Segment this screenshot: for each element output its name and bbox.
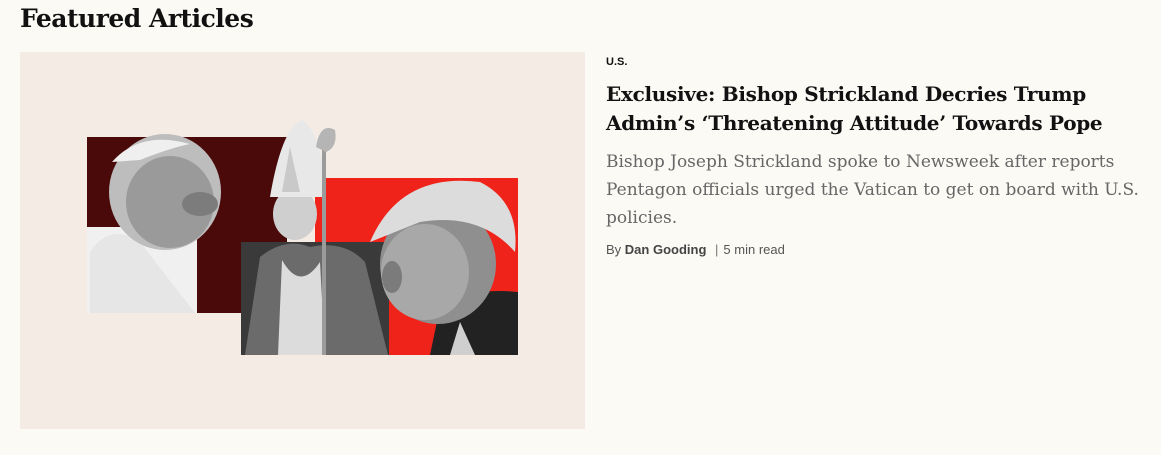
article-byline: By Dan Gooding | 5 min read <box>606 242 1146 257</box>
read-time: 5 min read <box>723 242 785 257</box>
article-headline-link[interactable]: Exclusive: Bishop Strickland Decries Tru… <box>606 80 1146 138</box>
byline-separator: | <box>715 242 719 257</box>
category-link[interactable]: U.S. <box>606 56 627 68</box>
author-link[interactable]: Dan Gooding <box>625 242 707 257</box>
byline-prefix: By <box>606 242 622 257</box>
section-title: Featured Articles <box>20 4 254 33</box>
article-image-link[interactable] <box>20 52 585 429</box>
article-summary: Bishop Joseph Strickland spoke to Newswe… <box>606 152 1139 228</box>
article-collage-image <box>87 120 518 355</box>
article-text-block: U.S. Exclusive: Bishop Strickland Decrie… <box>606 52 1146 257</box>
